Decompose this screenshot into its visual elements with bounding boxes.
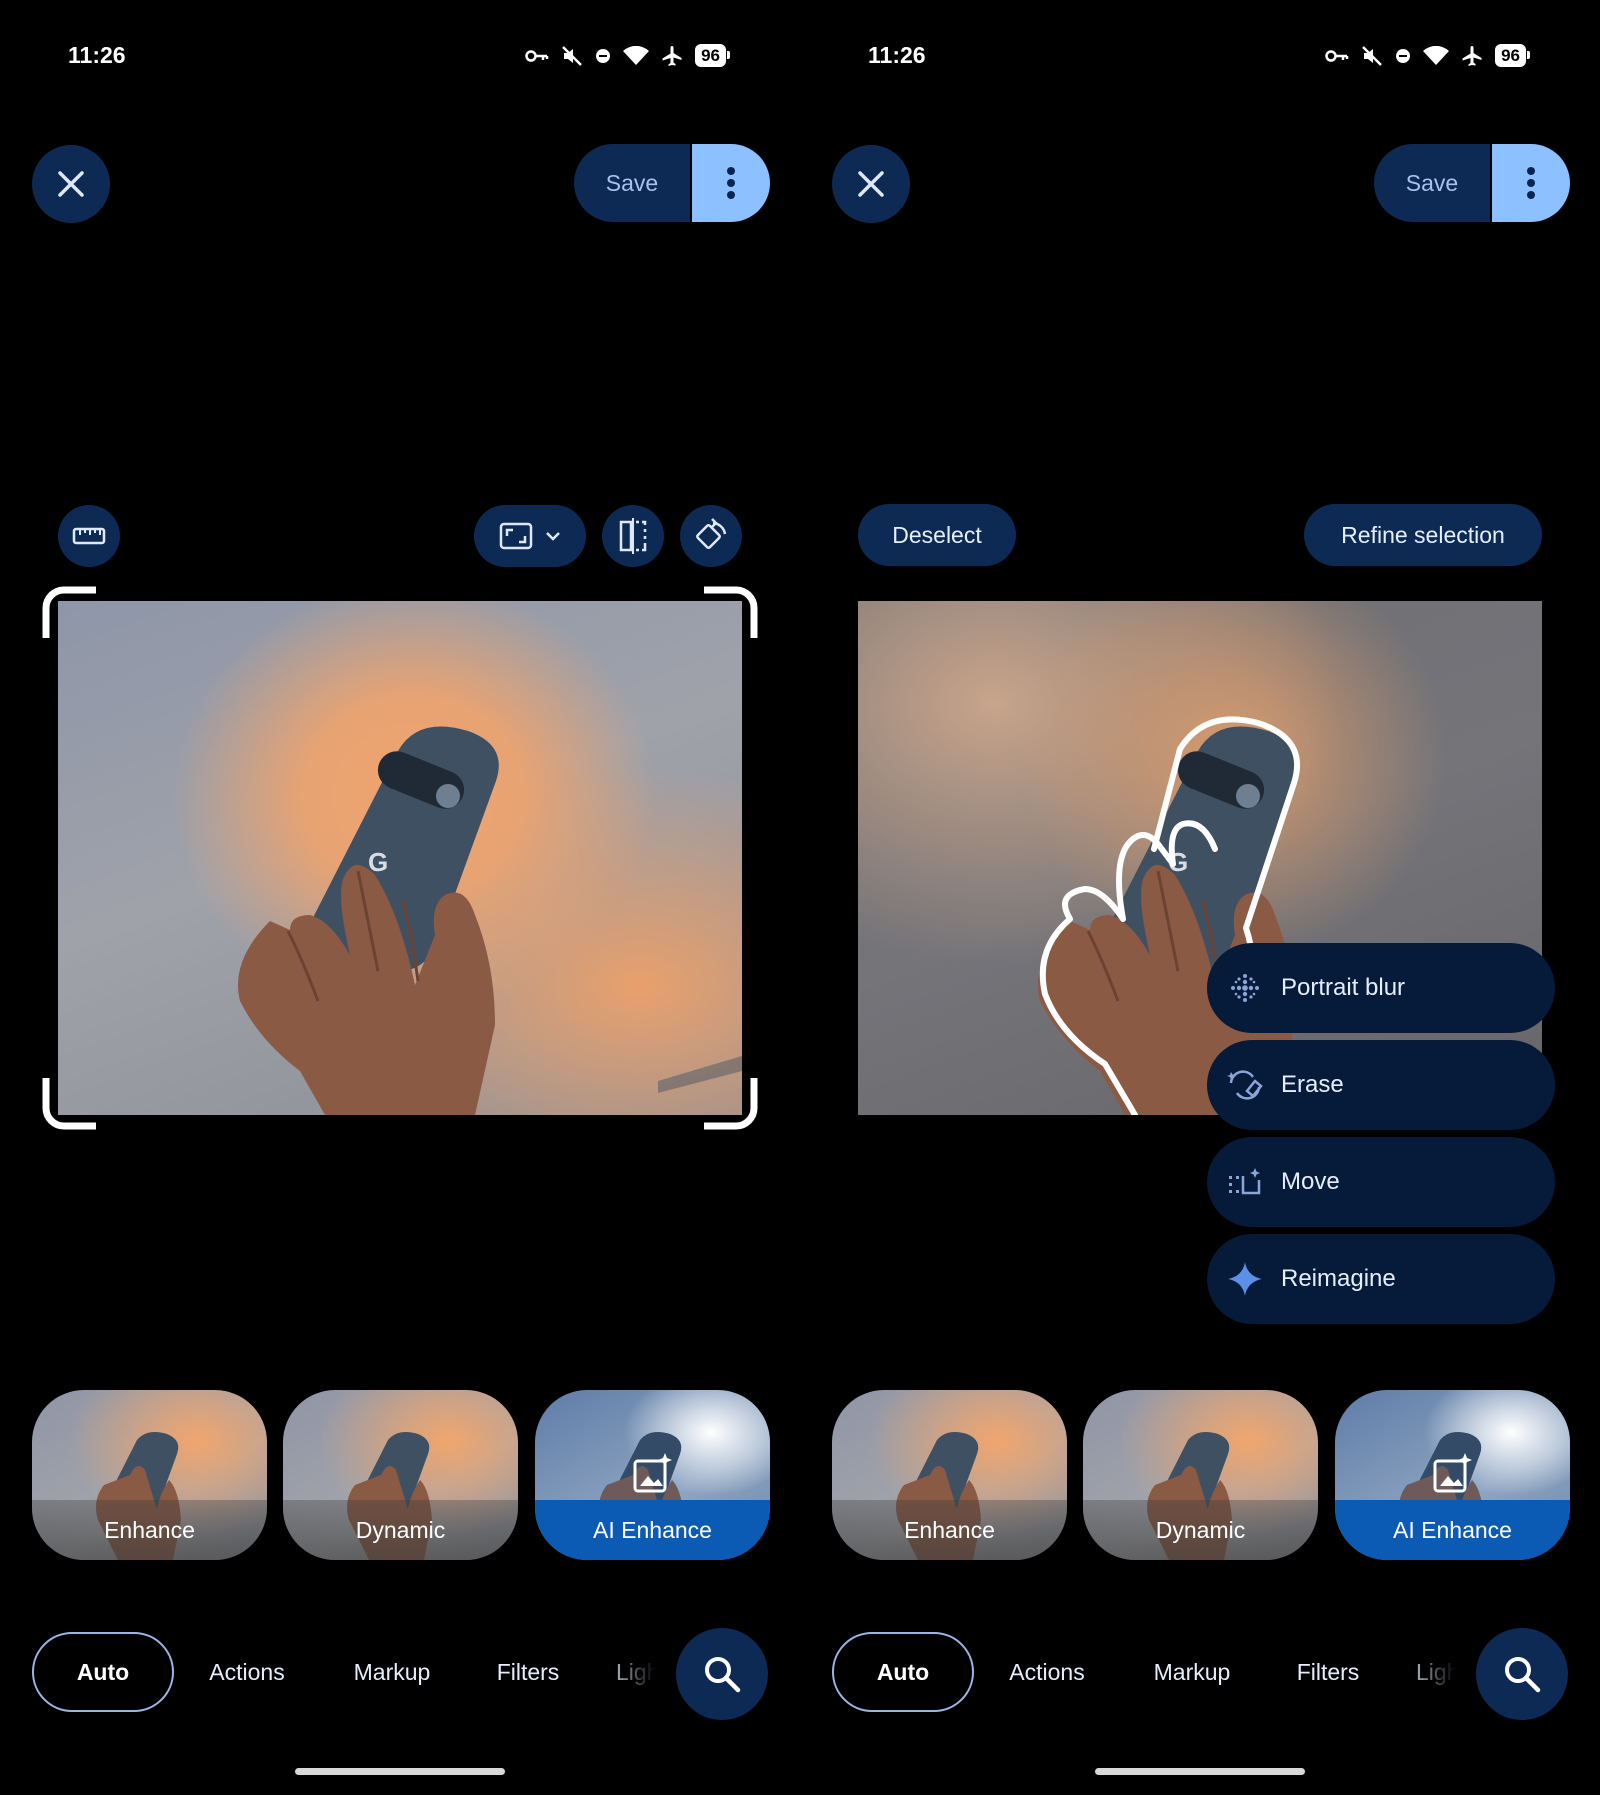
status-time: 11:26 [68,42,126,68]
menu-item-reimagine[interactable]: Reimagine [1207,1234,1555,1324]
close-icon [58,171,84,197]
tab-markup[interactable]: Markup [1140,1632,1244,1712]
wifi-icon [623,45,650,65]
tab-actions[interactable]: Actions [196,1632,298,1712]
status-icons: 96 [1325,44,1530,67]
flip-button[interactable] [602,505,664,567]
tab-filters[interactable]: Filters [482,1632,574,1712]
battery-indicator: 96 [1495,44,1530,67]
tile-label: Dynamic [283,1500,518,1560]
more-vert-icon [1527,167,1535,199]
tab-filters[interactable]: Filters [1282,1632,1374,1712]
tile-label: AI Enhance [1335,1500,1570,1560]
tab-auto[interactable]: Auto [832,1632,974,1712]
wifi-icon [1423,45,1450,65]
do-not-disturb-icon [596,48,611,63]
home-indicator[interactable] [295,1768,505,1775]
aspect-ratio-button[interactable] [474,505,586,567]
search-icon [705,1657,741,1693]
aspect-ratio-icon [499,522,533,550]
vpn-key-icon [1325,49,1349,62]
search-tools-button[interactable] [676,1628,768,1720]
menu-item-label: Reimagine [1281,1265,1396,1292]
suggestion-tile-ai-enhance[interactable]: AI Enhance [535,1390,770,1560]
do-not-disturb-icon [1396,48,1411,63]
close-button[interactable] [832,145,910,223]
crop-editor-screen: 11:26 96 Save G Enhance Dynamic AI Enhan… [0,0,800,1795]
close-icon [858,171,884,197]
deselect-button[interactable]: Deselect [858,504,1016,566]
more-options-button[interactable] [692,144,770,222]
tile-label: Enhance [32,1500,267,1560]
vpn-key-icon [525,49,549,62]
close-button[interactable] [32,145,110,223]
tab-auto[interactable]: Auto [32,1632,174,1712]
suggestion-tile-dynamic[interactable]: Dynamic [283,1390,518,1560]
tab-fade [600,1632,670,1712]
airplane-icon [1462,45,1482,66]
photo-canvas[interactable]: G [858,601,1542,1115]
suggestion-tile-enhance[interactable]: Enhance [32,1390,267,1560]
save-button[interactable]: Save [574,144,690,222]
save-button-group: Save [574,144,770,222]
suggestion-tile-dynamic[interactable]: Dynamic [1083,1390,1318,1560]
suggestion-tile-ai-enhance[interactable]: AI Enhance [1335,1390,1570,1560]
menu-item-erase[interactable]: Erase [1207,1040,1555,1130]
save-button[interactable]: Save [1374,144,1490,222]
selected-object-image: G [1038,716,1301,1115]
menu-item-label: Erase [1281,1071,1344,1098]
menu-item-portrait-blur[interactable]: Portrait blur [1207,943,1555,1033]
tab-fade [1400,1632,1470,1712]
status-time: 11:26 [868,42,926,68]
rotate-button[interactable] [680,505,742,567]
ruler-icon [72,527,106,545]
battery-indicator: 96 [695,44,730,67]
ai-enhance-icon [633,1453,672,1493]
airplane-icon [662,45,682,66]
more-vert-icon [727,167,735,199]
more-options-button[interactable] [1492,144,1570,222]
straighten-button[interactable] [58,505,120,567]
search-tools-button[interactable] [1476,1628,1568,1720]
refine-selection-button[interactable]: Refine selection [1304,504,1542,566]
tab-actions[interactable]: Actions [996,1632,1098,1712]
status-icons: 96 [525,44,730,67]
chevron-down-icon [546,532,560,541]
erase-icon [1225,1065,1265,1105]
rotate-icon [696,518,727,549]
tile-label: Dynamic [1083,1500,1318,1560]
tab-markup[interactable]: Markup [340,1632,444,1712]
ai-enhance-icon [1433,1453,1472,1493]
save-button-group: Save [1374,144,1570,222]
tile-label: AI Enhance [535,1500,770,1560]
portrait-blur-icon [1225,968,1265,1008]
suggestion-tile-enhance[interactable]: Enhance [832,1390,1067,1560]
flip-icon [619,518,647,554]
reimagine-sparkle-icon [1225,1259,1265,1299]
mute-icon [562,45,582,66]
tile-label: Enhance [832,1500,1067,1560]
search-icon [1505,1657,1541,1693]
crop-handles[interactable] [42,586,758,1130]
menu-item-label: Portrait blur [1281,974,1406,1001]
menu-item-label: Move [1281,1168,1340,1195]
mute-icon [1362,45,1382,66]
menu-item-move[interactable]: Move [1207,1137,1555,1227]
object-selection-screen: 11:26 96 Save Deselect Refine selection … [800,0,1600,1795]
move-icon [1225,1162,1265,1202]
home-indicator[interactable] [1095,1768,1305,1775]
